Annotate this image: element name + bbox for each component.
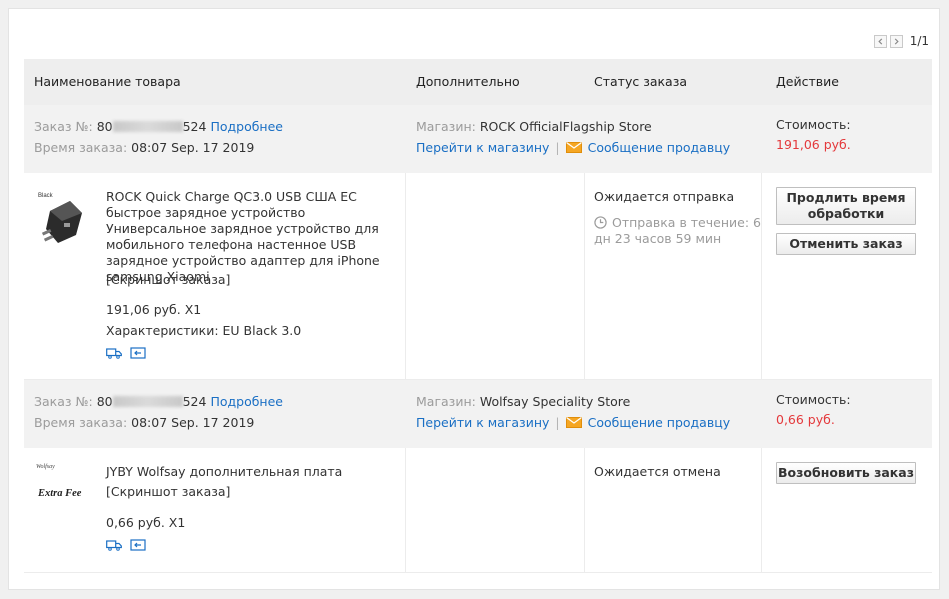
resume-order-button[interactable]: Возобновить заказ	[776, 462, 916, 484]
order-number-start: 80	[96, 119, 113, 134]
cost-value: 191,06 руб.	[776, 137, 851, 152]
redacted-area	[112, 121, 183, 132]
cancel-order-button[interactable]: Отменить заказ	[776, 233, 916, 255]
go-to-store-link[interactable]: Перейти к магазину	[416, 415, 549, 430]
cost-label: Стоимость:	[776, 392, 851, 407]
link-separator: |	[555, 415, 560, 430]
go-to-store-link[interactable]: Перейти к магазину	[416, 140, 549, 155]
store-name: ROCK OfficialFlagship Store	[479, 119, 652, 134]
order-screenshot-link[interactable]: [Скриншот заказа]	[106, 272, 406, 288]
delivery-truck-icon[interactable]	[106, 539, 122, 551]
store-label: Магазин:	[416, 394, 476, 409]
product-price-qty: 191,06 руб. X1	[106, 302, 202, 317]
order-body: Wolfsay Extra Fee JYBY Wolfsay дополните…	[24, 448, 932, 573]
orders-panel: 1/1 Наименование товара Дополнительно Ст…	[8, 8, 940, 590]
chevron-left-icon	[878, 37, 882, 45]
shipping-countdown: Отправка в течение: 6 дн 23 часов 59 мин	[594, 215, 761, 246]
thumb-text: Extra Fee	[37, 488, 82, 499]
header-name: Наименование товара	[34, 74, 181, 89]
product-title[interactable]: ROCK Quick Charge QC3.0 USB США ЕС быстр…	[106, 189, 406, 285]
order-number-end: 524	[182, 119, 207, 134]
header-status: Статус заказа	[594, 74, 688, 89]
header-extra: Дополнительно	[416, 74, 520, 89]
store-name: Wolfsay Speciality Store	[479, 394, 631, 409]
delivery-truck-icon[interactable]	[106, 347, 122, 359]
pager: 1/1	[873, 34, 929, 48]
prev-page-button[interactable]	[873, 34, 887, 48]
order-number-label: Заказ №:	[34, 119, 93, 134]
product-specs: Характеристики: EU Black 3.0	[106, 323, 302, 338]
order-body: Black ROCK Quick Charge QC3.0 USB США ЕС…	[24, 173, 932, 380]
order-time-label: Время заказа:	[34, 415, 128, 430]
envelope-icon	[565, 142, 582, 153]
cost-value: 0,66 руб.	[776, 412, 835, 427]
table-header: Наименование товара Дополнительно Статус…	[24, 59, 932, 105]
message-seller-link[interactable]: Сообщение продавцу	[588, 140, 731, 155]
order-time-value: 08:07 Sep. 17 2019	[131, 140, 255, 155]
order-details-link[interactable]: Подробнее	[210, 119, 283, 134]
order-time-value: 08:07 Sep. 17 2019	[131, 415, 255, 430]
next-page-button[interactable]	[889, 34, 903, 48]
product-thumbnail[interactable]: Black	[36, 191, 92, 247]
thumb-label: Black	[38, 193, 54, 199]
order-number-end: 524	[182, 394, 207, 409]
cost-label: Стоимость:	[776, 117, 851, 132]
order-number-label: Заказ №:	[34, 394, 93, 409]
extend-processing-button[interactable]: Продлить время обработки	[776, 187, 916, 225]
page-indicator: 1/1	[909, 34, 929, 48]
return-icon[interactable]	[130, 539, 146, 551]
order-header: Заказ №: 80 524 Подробнее Время заказа: 0…	[24, 380, 932, 448]
message-seller-link[interactable]: Сообщение продавцу	[588, 415, 731, 430]
orders-table: Наименование товара Дополнительно Статус…	[24, 59, 932, 573]
chevron-right-icon	[894, 37, 899, 45]
order-status: Ожидается отправка	[594, 189, 735, 204]
order-number-start: 80	[96, 394, 113, 409]
return-icon[interactable]	[130, 347, 146, 359]
store-label: Магазин:	[416, 119, 476, 134]
product-thumbnail[interactable]: Wolfsay Extra Fee	[36, 460, 92, 516]
order-time-label: Время заказа:	[34, 140, 128, 155]
link-separator: |	[555, 140, 560, 155]
thumb-brand: Wolfsay	[36, 463, 55, 470]
order-header: Заказ №: 80 524 Подробнее Время заказа: 0…	[24, 105, 932, 173]
order-details-link[interactable]: Подробнее	[210, 394, 283, 409]
product-title[interactable]: JYBY Wolfsay дополнительная плата	[106, 464, 406, 480]
header-action: Действие	[776, 74, 839, 89]
redacted-area	[112, 396, 183, 407]
product-price-qty: 0,66 руб. X1	[106, 515, 186, 530]
envelope-icon	[565, 417, 582, 428]
order-screenshot-link[interactable]: [Скриншот заказа]	[106, 484, 406, 500]
order-status: Ожидается отмена	[594, 464, 721, 479]
